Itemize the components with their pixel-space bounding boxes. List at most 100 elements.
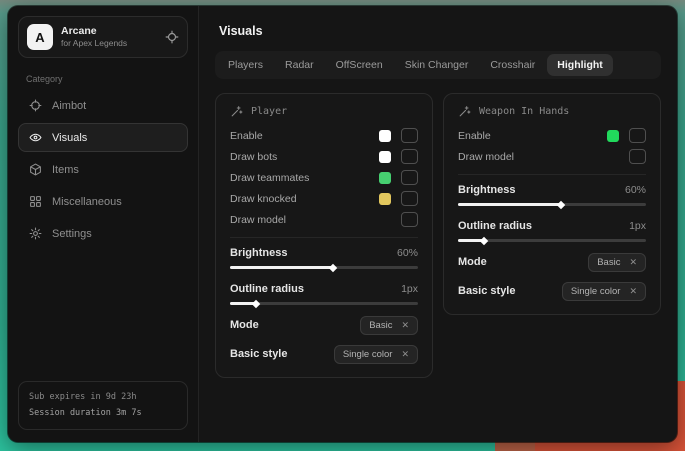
wand-icon [458, 105, 471, 118]
close-icon[interactable]: ✕ [629, 257, 637, 268]
basic-style-tag[interactable]: Single color ✕ [334, 345, 418, 364]
crosshair-icon [29, 99, 42, 112]
toggle-row-draw-knocked: Draw knocked [230, 188, 418, 209]
toggle-label: Draw model [230, 214, 286, 226]
close-icon[interactable]: ✕ [401, 320, 409, 331]
color-swatch[interactable] [607, 130, 619, 142]
toggle-row-draw-teammates: Draw teammates [230, 167, 418, 188]
slider-label: Brightness [458, 184, 515, 196]
checkbox[interactable] [401, 170, 418, 185]
slider-value: 1px [629, 220, 646, 232]
slider-label: Outline radius [230, 283, 304, 295]
sub-expiry-text: Sub expires in 9d 23h [29, 390, 177, 405]
checkbox[interactable] [401, 212, 418, 227]
sidebar-item-items[interactable]: Items [18, 155, 188, 184]
slider-thumb[interactable] [329, 263, 337, 271]
outline-radius-slider-head: Outline radius 1px [230, 279, 418, 299]
brightness-slider[interactable] [458, 203, 646, 206]
tab-highlight[interactable]: Highlight [547, 54, 613, 76]
color-swatch[interactable] [379, 193, 391, 205]
checkbox[interactable] [401, 128, 418, 143]
cheat-menu-window: A Arcane for Apex Legends Category Aimbo… [8, 6, 677, 442]
app-subtitle: for Apex Legends [61, 38, 127, 49]
close-icon[interactable]: ✕ [629, 286, 637, 297]
mode-row: Mode Basic ✕ [458, 252, 646, 272]
toggle-label: Draw model [458, 151, 514, 163]
tab-crosshair[interactable]: Crosshair [480, 54, 545, 76]
sidebar-item-miscellaneous[interactable]: Miscellaneous [18, 187, 188, 216]
slider-label: Outline radius [458, 220, 532, 232]
toggle-label: Draw teammates [230, 172, 309, 184]
sidebar-item-label: Visuals [52, 132, 87, 144]
sidebar-item-label: Miscellaneous [52, 196, 122, 208]
toggle-row-draw-bots: Draw bots [230, 146, 418, 167]
slider-thumb[interactable] [557, 200, 565, 208]
app-header-card: A Arcane for Apex Legends [18, 16, 188, 58]
toggle-label: Draw bots [230, 151, 277, 163]
cube-icon [29, 163, 42, 176]
main-content: Visuals Players Radar OffScreen Skin Cha… [199, 6, 677, 442]
toggle-row-enable: Enable [230, 125, 418, 146]
session-duration-text: Session duration 3m 7s [29, 406, 177, 421]
toggle-row-draw-model: Draw model [230, 209, 418, 230]
tag-row-label: Mode [230, 319, 259, 331]
toggle-label: Enable [458, 130, 491, 142]
app-logo: A [27, 24, 53, 50]
player-panel-header: Player [230, 105, 418, 118]
outline-radius-slider-head: Outline radius 1px [458, 216, 646, 236]
basic-style-row: Basic style Single color ✕ [458, 281, 646, 301]
sidebar-item-label: Settings [52, 228, 92, 240]
slider-value: 60% [625, 184, 646, 196]
mode-tag[interactable]: Basic ✕ [360, 316, 418, 335]
checkbox[interactable] [401, 191, 418, 206]
tab-offscreen[interactable]: OffScreen [326, 54, 393, 76]
tab-players[interactable]: Players [218, 54, 273, 76]
outline-radius-slider[interactable] [230, 302, 418, 305]
toggle-label: Enable [230, 130, 263, 142]
eye-icon [29, 131, 42, 144]
color-swatch[interactable] [379, 172, 391, 184]
tab-bar: Players Radar OffScreen Skin Changer Cro… [215, 51, 661, 79]
checkbox[interactable] [629, 149, 646, 164]
player-panel: Player Enable Draw bots Draw teammates [215, 93, 433, 378]
outline-radius-slider[interactable] [458, 239, 646, 242]
checkbox[interactable] [629, 128, 646, 143]
sidebar-item-settings[interactable]: Settings [18, 219, 188, 248]
brightness-slider-head: Brightness 60% [230, 243, 418, 263]
sidebar: A Arcane for Apex Legends Category Aimbo… [8, 6, 199, 442]
mode-row: Mode Basic ✕ [230, 315, 418, 335]
slider-thumb[interactable] [252, 299, 260, 307]
sidebar-item-aimbot[interactable]: Aimbot [18, 91, 188, 120]
tab-radar[interactable]: Radar [275, 54, 324, 76]
tag-row-label: Basic style [458, 285, 515, 297]
close-icon[interactable]: ✕ [401, 349, 409, 360]
panel-title: Weapon In Hands [479, 106, 569, 117]
grid-icon [29, 195, 42, 208]
toggle-row-draw-model: Draw model [458, 146, 646, 167]
panels-row: Player Enable Draw bots Draw teammates [215, 93, 661, 378]
basic-style-row: Basic style Single color ✕ [230, 344, 418, 364]
sidebar-item-label: Aimbot [52, 100, 86, 112]
toggle-row-enable: Enable [458, 125, 646, 146]
target-icon[interactable] [165, 30, 179, 44]
slider-label: Brightness [230, 247, 287, 259]
slider-value: 60% [397, 247, 418, 259]
checkbox[interactable] [401, 149, 418, 164]
basic-style-tag[interactable]: Single color ✕ [562, 282, 646, 301]
page-title: Visuals [219, 24, 661, 38]
weapon-in-hands-panel: Weapon In Hands Enable Draw model Bright… [443, 93, 661, 315]
tab-skin-changer[interactable]: Skin Changer [395, 54, 479, 76]
tag-row-label: Mode [458, 256, 487, 268]
sidebar-item-visuals[interactable]: Visuals [18, 123, 188, 152]
slider-section: Brightness 60% Outline radius 1px Mod [458, 174, 646, 301]
color-swatch[interactable] [379, 151, 391, 163]
brightness-slider-head: Brightness 60% [458, 180, 646, 200]
slider-value: 1px [401, 283, 418, 295]
tag-row-label: Basic style [230, 348, 287, 360]
brightness-slider[interactable] [230, 266, 418, 269]
color-swatch[interactable] [379, 130, 391, 142]
category-label: Category [26, 74, 188, 84]
mode-tag[interactable]: Basic ✕ [588, 253, 646, 272]
slider-thumb[interactable] [480, 236, 488, 244]
sidebar-item-label: Items [52, 164, 79, 176]
